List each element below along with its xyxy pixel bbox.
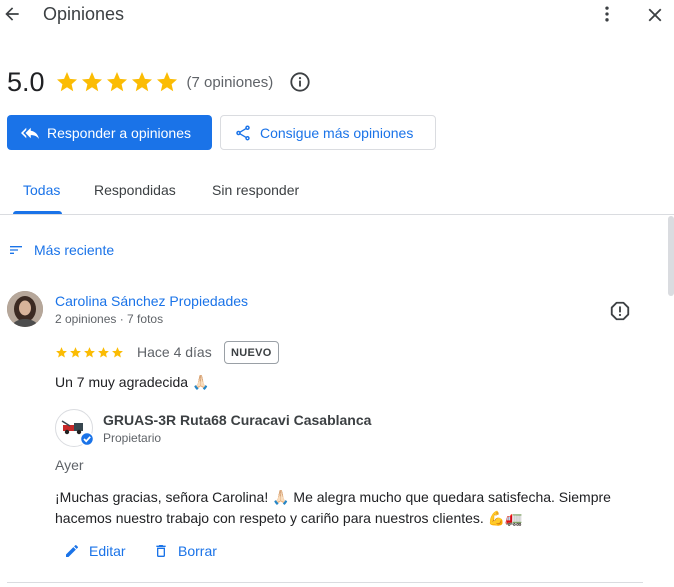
scrollbar-thumb[interactable] [668,216,674,296]
average-rating: 5.0 [7,66,45,97]
summary-star-icon [106,72,127,92]
tab-unanswered[interactable]: Sin responder [212,182,299,198]
more-options-icon[interactable] [597,4,617,24]
tab-answered[interactable]: Respondidas [94,182,176,198]
close-icon[interactable] [644,4,666,26]
reviewer-name[interactable]: Carolina Sánchez Propiedades [55,293,248,309]
trash-icon [156,545,166,557]
summary-star-icon [156,72,177,92]
delete-label: Borrar [178,543,217,559]
reply-time: Ayer [55,457,84,473]
summary-star-icon [131,72,152,92]
respond-to-reviews-label: Responder a opiniones [47,124,191,141]
back-arrow-icon[interactable] [2,4,22,24]
review-text: Un 7 muy agradecida 🙏🏻 [55,374,210,390]
delete-reply-button[interactable]: Borrar [153,543,217,559]
review-count: (7 opiniones) [186,73,274,91]
rating-summary: 5.0 (7 opiniones) [7,64,311,100]
reviewer-avatar[interactable] [7,291,43,327]
pencil-icon [66,544,79,557]
avatar-photo [7,291,43,327]
edit-label: Editar [89,543,126,559]
sort-label: Más reciente [34,242,115,258]
edit-reply-button[interactable]: Editar [64,543,126,559]
share-icon [236,125,250,140]
review-tabs: Todas Respondidas Sin responder [0,172,674,215]
tab-all[interactable]: Todas [23,182,60,198]
summary-star-icon [56,72,77,92]
review-divider [7,582,643,583]
review-star-icon [98,347,109,358]
summary-star-icon [81,72,102,92]
tow-truck-logo [61,420,95,447]
respond-to-reviews-button[interactable]: Responder a opiniones [7,115,212,150]
review-stars [55,346,124,359]
sort-button[interactable]: Más reciente [8,240,114,260]
page-title: Opiniones [43,4,125,24]
review-time: Hace 4 días [137,344,212,360]
active-tab-indicator [13,211,62,214]
get-more-reviews-label: Consigue más opiniones [260,124,414,141]
reply-text: ¡Muchas gracias, señora Carolina! 🙏🏻 Me … [55,489,611,526]
top-bar: Opiniones [0,0,674,30]
get-more-reviews-button[interactable]: Consigue más opiniones [220,115,436,150]
reply-all-icon [21,127,39,139]
rating-stars [55,70,179,94]
review-star-icon [112,347,123,358]
report-icon[interactable] [609,300,631,322]
review-star-icon [56,347,67,358]
new-badge: NUEVO [224,341,279,364]
reviewer-meta: 2 opiniones · 7 fotos [55,312,164,326]
info-icon[interactable] [289,71,311,93]
scrollbar[interactable] [668,216,674,587]
sort-icon [10,246,22,254]
review-star-icon [84,347,95,358]
owner-name: GRUAS-3R Ruta68 Curacavi Casablanca [103,412,372,428]
owner-role: Propietario [103,431,162,445]
owner-logo [55,409,95,447]
review-star-icon [70,347,81,358]
